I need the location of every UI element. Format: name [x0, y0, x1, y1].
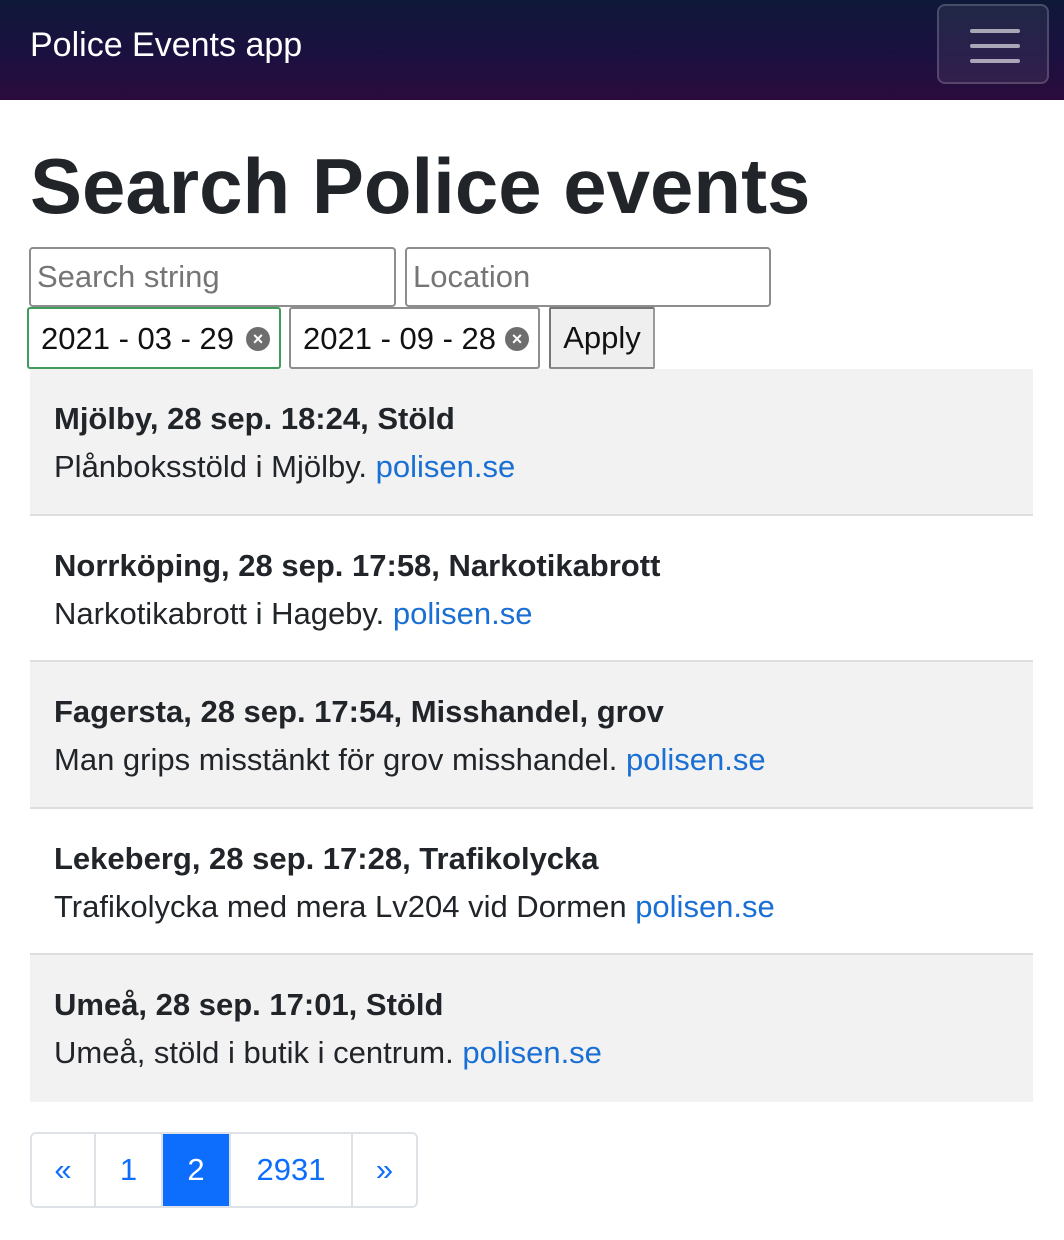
clear-date-to-icon[interactable]: × [505, 327, 529, 351]
event-description-line: Trafikolycka med mera Lv204 vid Dormen p… [54, 889, 1009, 925]
event-description: Plånboksstöld i Mjölby. [54, 449, 368, 484]
event-item: Norrköping, 28 sep. 17:58, Narkotikabrot… [30, 516, 1033, 662]
location-input[interactable] [405, 247, 771, 307]
date-from-value: 2021 - 03 - 29 [41, 321, 235, 356]
date-to-input[interactable]: 2021 - 09 - 28 × [289, 307, 540, 369]
event-source-link[interactable]: polisen.se [376, 449, 516, 484]
event-description: Trafikolycka med mera Lv204 vid Dormen [54, 888, 627, 924]
event-description-line: Umeå, stöld i butik i centrum. polisen.s… [54, 1035, 1009, 1071]
app-brand[interactable]: Police Events app [30, 25, 302, 65]
event-source-link[interactable]: polisen.se [635, 889, 775, 924]
event-source-link[interactable]: polisen.se [462, 1035, 602, 1070]
pagination-page-2931[interactable]: 2931 [231, 1134, 353, 1206]
navbar-toggler-button[interactable] [937, 4, 1049, 84]
pagination-next[interactable]: » [353, 1134, 416, 1206]
navbar: Police Events app [0, 0, 1064, 100]
event-description-line: Man grips misstänkt för grov misshandel.… [54, 742, 1009, 778]
event-source-link[interactable]: polisen.se [393, 596, 533, 631]
event-description: Umeå, stöld i butik i centrum. [54, 1035, 454, 1070]
event-title: Fagersta, 28 sep. 17:54, Misshandel, gro… [54, 694, 664, 729]
pagination: « 1 2 2931 » [30, 1132, 418, 1208]
event-description-line: Plånboksstöld i Mjölby. polisen.se [54, 449, 1009, 485]
pagination-page-1[interactable]: 1 [96, 1134, 163, 1206]
date-to-value: 2021 - 09 - 28 [303, 321, 497, 356]
pagination-page-2[interactable]: 2 [163, 1134, 231, 1206]
event-list: Mjölby, 28 sep. 18:24, Stöld Plånboksstö… [30, 369, 1033, 1102]
page-title: Search Police events [30, 142, 811, 230]
event-item: Fagersta, 28 sep. 17:54, Misshandel, gro… [30, 662, 1033, 809]
event-item: Lekeberg, 28 sep. 17:28, Trafikolycka Tr… [30, 809, 1033, 955]
event-description: Narkotikabrott i Hageby. [54, 595, 385, 631]
date-from-input[interactable]: 2021 - 03 - 29 × [27, 307, 281, 369]
pagination-prev[interactable]: « [32, 1134, 96, 1206]
event-title: Mjölby, 28 sep. 18:24, Stöld [54, 401, 455, 436]
apply-button[interactable]: Apply [549, 307, 655, 369]
clear-date-from-icon[interactable]: × [246, 327, 270, 351]
event-title: Lekeberg, 28 sep. 17:28, Trafikolycka [54, 840, 599, 876]
event-description-line: Narkotikabrott i Hageby. polisen.se [54, 596, 1009, 632]
event-description: Man grips misstänkt för grov misshandel. [54, 742, 618, 777]
event-item: Mjölby, 28 sep. 18:24, Stöld Plånboksstö… [30, 369, 1033, 516]
search-input[interactable] [29, 247, 396, 307]
event-title: Norrköping, 28 sep. 17:58, Narkotikabrot… [54, 547, 661, 583]
event-source-link[interactable]: polisen.se [626, 742, 766, 777]
event-item: Umeå, 28 sep. 17:01, Stöld Umeå, stöld i… [30, 955, 1033, 1102]
event-title: Umeå, 28 sep. 17:01, Stöld [54, 987, 444, 1022]
